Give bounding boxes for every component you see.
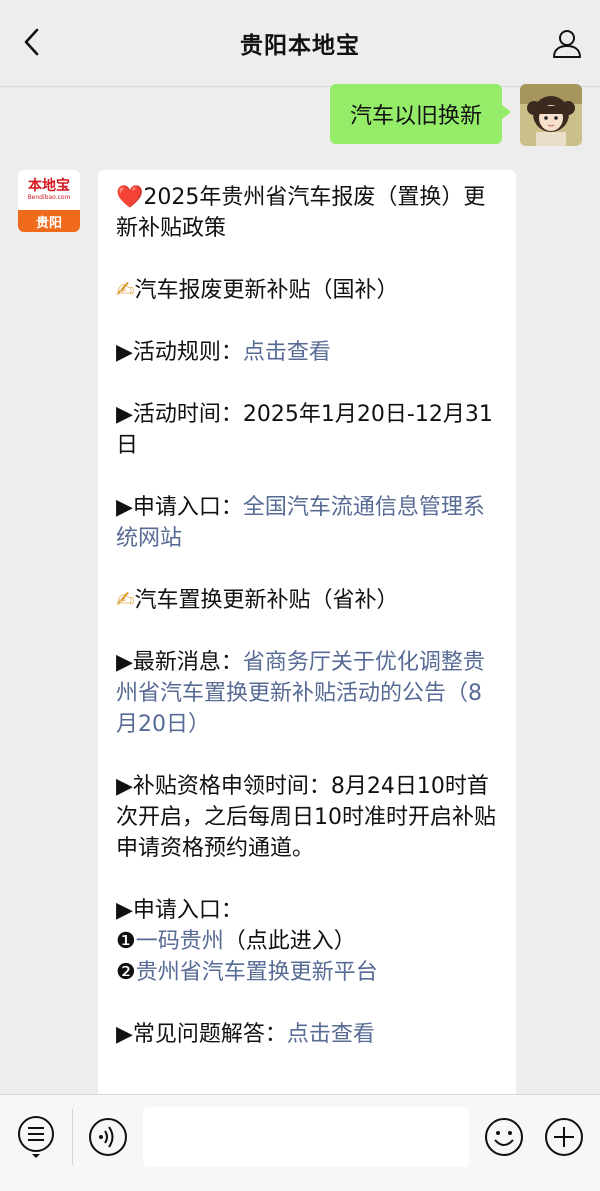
top-bar: 贵阳本地宝 [0,0,600,87]
red-heart-icon: ❤️ [116,185,144,210]
voice-button[interactable] [86,1115,130,1159]
emoji-button[interactable] [482,1115,526,1159]
input-bar [0,1094,600,1191]
qualification-time: ▶补贴资格申领时间：8月24日10时首次开启，之后每周日10时准时开启补贴申请资… [116,774,496,861]
application-entries: ▶申请入口： ❶一码贵州（点此进入） ❷贵州省汽车置换更新平台 [116,898,378,985]
logo-main-text: 本地宝 [28,178,70,194]
emoji-icon [485,1118,523,1156]
circled-two-icon: ❷ [116,960,136,985]
outgoing-message-text: 汽车以旧换新 [349,104,482,129]
activity-rules-link[interactable]: 点击查看 [243,340,331,365]
person-icon [553,30,581,58]
plus-icon [545,1118,583,1156]
menu-icon [18,1116,54,1158]
user-avatar[interactable] [520,84,582,146]
latest-news: ▶最新消息：省商务厅关于优化调整贵州省汽车置换更新补贴活动的公告（8月20日） [116,650,485,737]
chat-title: 贵阳本地宝 [240,33,360,59]
profile-button[interactable] [548,24,586,62]
activity-time: ▶活动时间：2025年1月20日-12月31日 [116,402,493,458]
divider [72,1109,73,1165]
circled-one-icon: ❶ [116,929,136,954]
activity-rules: ▶活动规则：点击查看 [116,340,331,365]
anime-girl-avatar-image [520,84,582,146]
application-portal: ▶申请入口：全国汽车流通信息管理系统网站 [116,495,485,551]
section-national-subsidy: ✍汽车报废更新补贴（国补） [116,278,399,303]
writing-hand-icon: ✍ [116,278,135,303]
voice-icon [89,1118,127,1156]
logo-city-text: 贵阳 [18,210,80,232]
message-input[interactable] [143,1107,469,1167]
yima-guizhou-link[interactable]: 一码贵州 [136,929,224,954]
menu-button[interactable] [14,1115,58,1159]
bendibao-logo: 本地宝 Bendibao.com [18,170,80,210]
plus-button[interactable] [542,1115,586,1159]
faq: ▶常见问题解答：点击查看 [116,1022,375,1047]
outgoing-message-bubble[interactable]: 汽车以旧换新 [329,84,512,144]
logo-sub-text: Bendibao.com [27,194,71,201]
faq-link[interactable]: 点击查看 [287,1022,375,1047]
bendibao-avatar[interactable]: 本地宝 Bendibao.com 贵阳 [18,170,80,232]
section-provincial-subsidy: ✍汽车置换更新补贴（省补） [116,588,399,613]
provincial-platform-link[interactable]: 贵州省汽车置换更新平台 [136,960,378,985]
incoming-message-bubble: ❤️2025年贵州省汽车报废（置换）更新补贴政策 ✍汽车报废更新补贴（国补） ▶… [98,170,516,1110]
policy-title: ❤️2025年贵州省汽车报废（置换）更新补贴政策 [116,185,486,241]
writing-hand-icon: ✍ [116,588,135,613]
